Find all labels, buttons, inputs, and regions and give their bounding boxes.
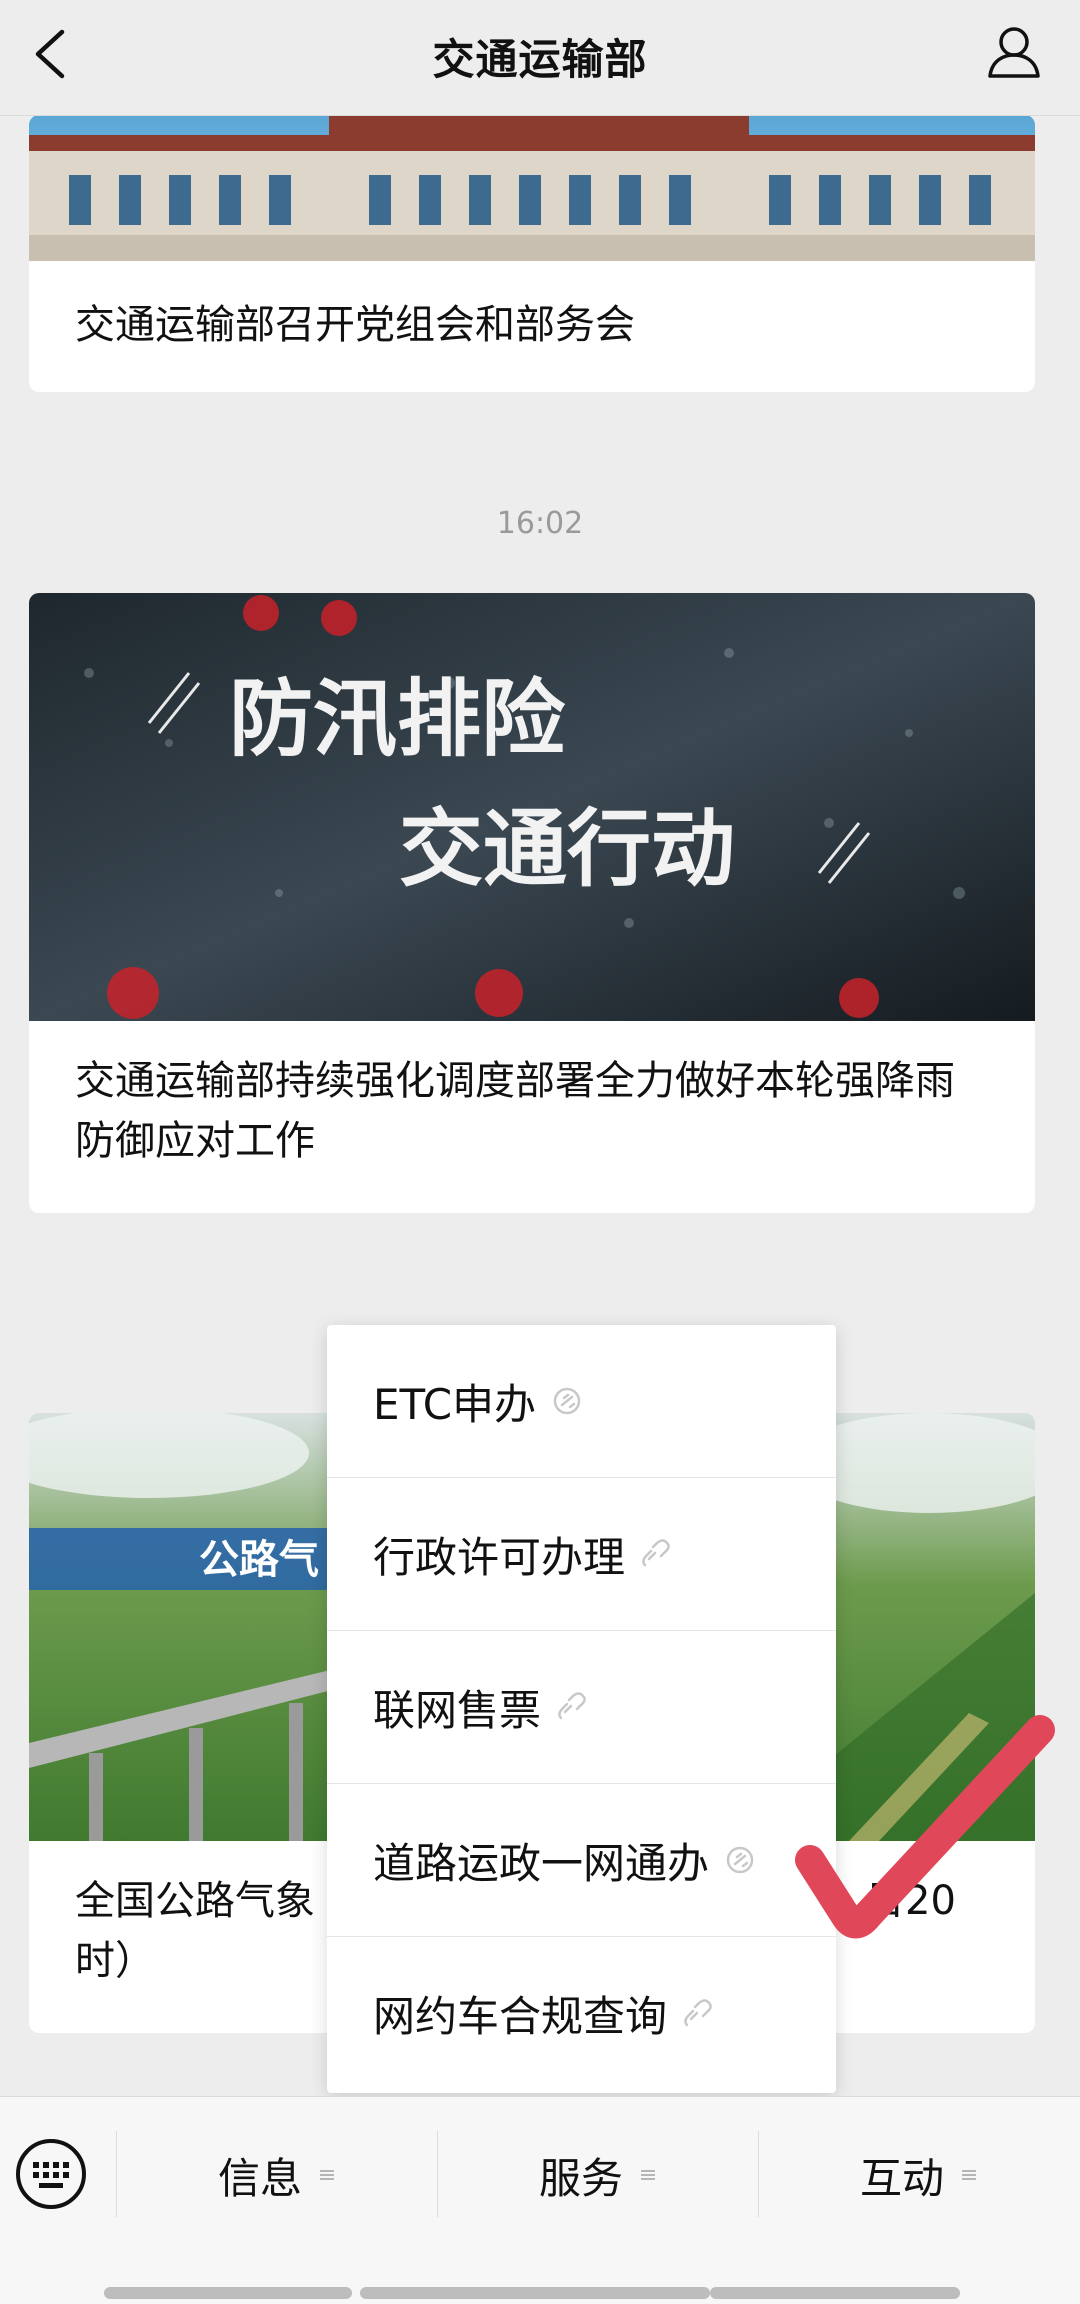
tab-label: 服务 bbox=[538, 2153, 623, 2203]
home-indicator bbox=[360, 2287, 710, 2299]
page-title: 交通运输部 bbox=[432, 35, 648, 84]
article-title: 交通运输部持续强化调度部署全力做好本轮强降雨防御应对工作 bbox=[75, 1058, 955, 1164]
tab-service[interactable]: 服务 bbox=[438, 2127, 758, 2223]
bottom-menu-bar: 信息 服务 互动 bbox=[0, 2096, 1080, 2304]
home-indicator bbox=[710, 2287, 960, 2299]
home-indicator bbox=[104, 2287, 352, 2299]
menu-item-permit[interactable]: 行政许可办理 bbox=[327, 1478, 836, 1631]
menu-lines-icon bbox=[641, 2170, 655, 2180]
link-icon bbox=[558, 1692, 586, 1720]
article-title-left-line2: 时） bbox=[75, 1938, 155, 1984]
menu-item-label: 网约车合规查询 bbox=[373, 1992, 668, 2041]
menu-item-label: 道路运政一网通办 bbox=[373, 1838, 710, 1888]
tab-info[interactable]: 信息 bbox=[117, 2127, 437, 2223]
tab-interaction[interactable]: 互动 bbox=[759, 2127, 1079, 2223]
menu-item-road-admin[interactable]: 道路运政一网通办 bbox=[327, 1784, 836, 1937]
image-headline-1: 防汛排险 bbox=[229, 669, 566, 768]
article-title: 交通运输部召开党组会和部务会 bbox=[75, 302, 635, 348]
tab-label: 信息 bbox=[217, 2153, 302, 2203]
tab-label: 互动 bbox=[859, 2153, 944, 2203]
service-submenu: ETC申办 行政许可办理 联网售票 道路运政一网通办 网约车合规查询 bbox=[327, 1325, 836, 2093]
menu-item-label: ETC申办 bbox=[373, 1379, 537, 1429]
link-icon bbox=[553, 1387, 581, 1415]
check-mark-annotation bbox=[795, 1715, 1055, 1939]
image-headline-2: 交通行动 bbox=[399, 799, 735, 898]
menu-item-etc[interactable]: ETC申办 bbox=[327, 1325, 836, 1478]
building-image bbox=[29, 115, 1035, 261]
flood-prevention-image: 防汛排险 交通行动 bbox=[29, 593, 1035, 1021]
link-icon bbox=[684, 1998, 712, 2026]
article-title-left: 全国公路气象 bbox=[75, 1878, 315, 1924]
link-icon bbox=[726, 1846, 754, 1874]
menu-item-label: 联网售票 bbox=[373, 1685, 542, 1735]
keyboard-icon[interactable] bbox=[14, 2137, 88, 2211]
link-icon bbox=[642, 1539, 670, 1567]
nav-bar: 交通运输部 bbox=[0, 0, 1080, 116]
article-card-1[interactable]: 交通运输部召开党组会和部务会 bbox=[29, 115, 1035, 392]
menu-item-ride-hailing[interactable]: 网约车合规查询 bbox=[327, 1937, 836, 2090]
user-icon[interactable] bbox=[982, 20, 1046, 84]
timestamp: 16:02 bbox=[496, 506, 584, 541]
menu-lines-icon bbox=[962, 2170, 976, 2180]
menu-item-ticketing[interactable]: 联网售票 bbox=[327, 1631, 836, 1784]
menu-lines-icon bbox=[320, 2170, 334, 2180]
menu-item-label: 行政许可办理 bbox=[373, 1532, 626, 1582]
article-card-2[interactable]: 防汛排险 交通行动 交通运输部持续强化调度部署全力做好本轮强降雨防御应对工作 bbox=[29, 593, 1035, 1213]
image-banner-text: 公路气 bbox=[199, 1538, 319, 1582]
